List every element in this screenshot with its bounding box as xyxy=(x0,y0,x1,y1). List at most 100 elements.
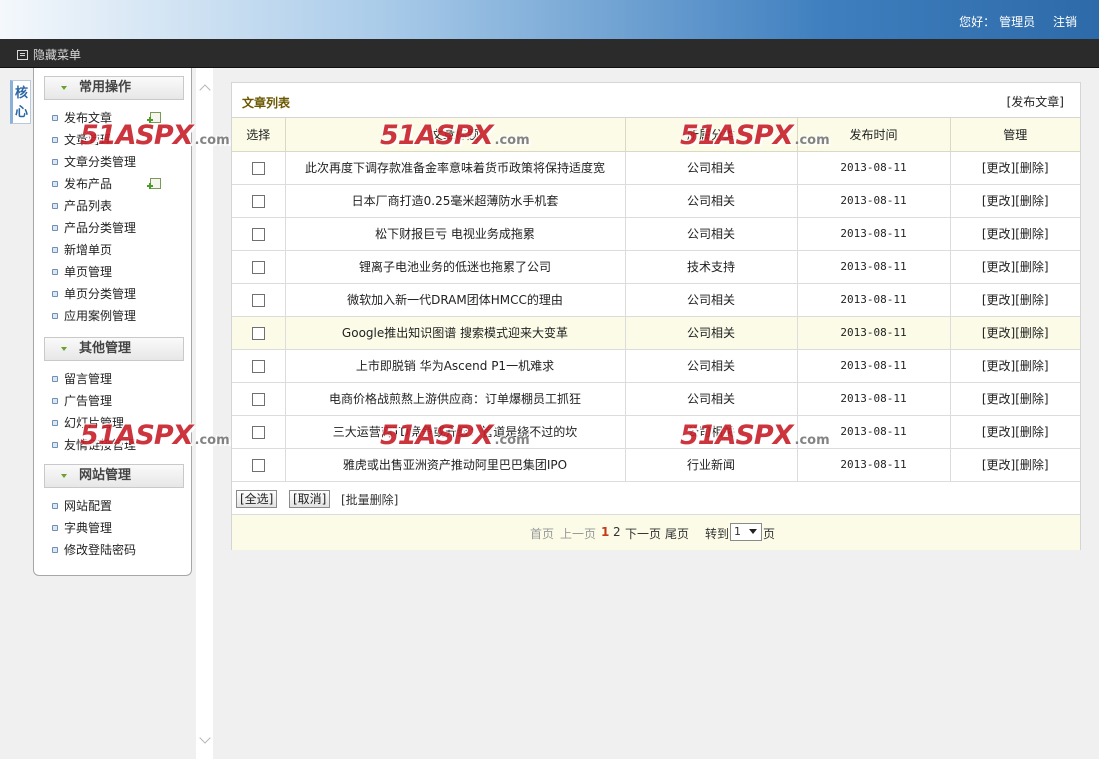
manage-cell: [更改][删除] xyxy=(950,349,1080,383)
select-cell xyxy=(232,349,286,383)
title-cell: 上市即脱销 华为Ascend P1一机难求 xyxy=(285,349,626,383)
delete-link[interactable]: [删除] xyxy=(1015,227,1048,241)
pager-page-current: 1 xyxy=(601,524,610,539)
delete-link[interactable]: [删除] xyxy=(1015,194,1048,208)
delete-link[interactable]: [删除] xyxy=(1015,392,1048,406)
row-checkbox[interactable] xyxy=(251,194,265,208)
manage-cell: [更改][删除] xyxy=(950,316,1080,350)
row-checkbox[interactable] xyxy=(251,227,265,241)
select-all-button[interactable]: [全选] xyxy=(236,489,278,508)
edit-link[interactable]: [更改] xyxy=(982,326,1015,340)
manage-cell: [更改][删除] xyxy=(950,415,1080,449)
manage-cell: [更改][删除] xyxy=(950,250,1080,284)
sidebar-item-message-manage[interactable]: 留言管理 xyxy=(52,368,136,390)
delete-link[interactable]: [删除] xyxy=(1015,293,1048,307)
edit-link[interactable]: [更改] xyxy=(982,458,1015,472)
row-checkbox[interactable] xyxy=(251,425,265,439)
delete-link[interactable]: [删除] xyxy=(1015,359,1048,373)
column-header-manage: 管理 xyxy=(950,118,1080,152)
logout-link[interactable]: 注销 xyxy=(1053,15,1077,29)
row-checkbox[interactable] xyxy=(251,161,265,175)
sidebar-item-dictionary[interactable]: 字典管理 xyxy=(52,517,136,539)
row-checkbox[interactable] xyxy=(251,326,265,340)
table-row: 松下财报巨亏 电视业务成拖累 公司相关 2013-08-11 [更改][删除] xyxy=(232,217,1080,251)
sidebar-item-label: 单页管理 xyxy=(64,265,113,279)
group-common-ops[interactable]: 常用操作 xyxy=(44,76,184,100)
sidebar: 常用操作 发布文章 文章管理 文章分类管理 发布产品 产品列表 产品分类管理 新… xyxy=(33,68,192,576)
row-checkbox[interactable] xyxy=(251,392,265,406)
row-checkbox[interactable] xyxy=(251,260,265,274)
pager-page-2[interactable]: 2 xyxy=(613,525,621,539)
sidebar-item-label: 新增单页 xyxy=(64,243,113,257)
edit-link[interactable]: [更改] xyxy=(982,260,1015,274)
add-icon[interactable] xyxy=(147,178,161,189)
sidebar-item-page-category[interactable]: 单页分类管理 xyxy=(52,283,136,305)
edit-link[interactable]: [更改] xyxy=(982,227,1015,241)
tab-core-char-2: 心 xyxy=(14,105,28,120)
pager-last[interactable]: 尾页 xyxy=(665,525,689,542)
edit-link[interactable]: [更改] xyxy=(982,359,1015,373)
sidebar-item-case-manage[interactable]: 应用案例管理 xyxy=(52,305,136,327)
title-cell: 三大运营商TD竞争或升级：管道是绕不过的坎 xyxy=(285,415,626,449)
title-cell: 松下财报巨亏 电视业务成拖累 xyxy=(285,217,626,251)
sidebar-item-article-manage[interactable]: 文章管理 xyxy=(52,129,136,151)
delete-link[interactable]: [删除] xyxy=(1015,260,1048,274)
bullet-icon xyxy=(52,291,58,297)
bullet-icon xyxy=(52,225,58,231)
row-checkbox[interactable] xyxy=(251,458,265,472)
select-cell xyxy=(232,415,286,449)
batch-delete-link[interactable]: [批量删除] xyxy=(341,491,398,508)
add-icon[interactable] xyxy=(147,112,161,123)
delete-link[interactable]: [删除] xyxy=(1015,161,1048,175)
publish-article-link[interactable]: [发布文章] xyxy=(1007,93,1064,110)
sidebar-item-slide-manage[interactable]: 幻灯片管理 xyxy=(52,412,136,434)
sidebar-item-friend-link[interactable]: 友情链接管理 xyxy=(52,434,136,456)
sidebar-item-new-page[interactable]: 新增单页 xyxy=(52,239,136,261)
sidebar-item-site-config[interactable]: 网站配置 xyxy=(52,495,136,517)
group-other-manage[interactable]: 其他管理 xyxy=(44,337,184,361)
tab-core[interactable]: 核 心 xyxy=(10,80,31,124)
select-cell xyxy=(232,217,286,251)
cancel-button[interactable]: [取消] xyxy=(289,489,331,508)
hide-menu-button[interactable]: 隐藏菜单 xyxy=(17,46,81,63)
scroll-up-icon[interactable] xyxy=(200,82,210,92)
edit-link[interactable]: [更改] xyxy=(982,425,1015,439)
sidebar-item-product-category[interactable]: 产品分类管理 xyxy=(52,217,136,239)
sidebar-item-page-manage[interactable]: 单页管理 xyxy=(52,261,136,283)
edit-link[interactable]: [更改] xyxy=(982,392,1015,406)
sidebar-item-article-category[interactable]: 文章分类管理 xyxy=(52,151,136,173)
column-header-title: 文章标题 xyxy=(285,118,626,152)
sidebar-item-ad-manage[interactable]: 广告管理 xyxy=(52,390,136,412)
delete-link[interactable]: [删除] xyxy=(1015,326,1048,340)
title-cell: 雅虎或出售亚洲资产推动阿里巴巴集团IPO xyxy=(285,448,626,482)
category-cell: 公司相关 xyxy=(625,151,798,185)
table-row-highlighted: Google推出知识图谱 搜索模式迎来大变革 公司相关 2013-08-11 [… xyxy=(232,316,1080,350)
select-cell xyxy=(232,448,286,482)
edit-link[interactable]: [更改] xyxy=(982,293,1015,307)
pager-next[interactable]: 下一页 xyxy=(625,525,661,542)
manage-cell: [更改][删除] xyxy=(950,151,1080,185)
frame-scrollbar[interactable] xyxy=(196,68,213,759)
select-cell xyxy=(232,184,286,218)
top-header: 您好： 管理员 注销 xyxy=(0,0,1099,39)
sidebar-item-publish-product[interactable]: 发布产品 xyxy=(52,173,161,195)
sidebar-item-product-list[interactable]: 产品列表 xyxy=(52,195,136,217)
delete-link[interactable]: [删除] xyxy=(1015,425,1048,439)
table-row: 电商价格战煎熬上游供应商：订单爆棚员工抓狂 公司相关 2013-08-11 [更… xyxy=(232,382,1080,416)
sidebar-item-change-password[interactable]: 修改登陆密码 xyxy=(52,539,136,561)
title-cell: 此次再度下调存款准备金率意味着货币政策将保持适度宽 xyxy=(285,151,626,185)
row-checkbox[interactable] xyxy=(251,293,265,307)
edit-link[interactable]: [更改] xyxy=(982,194,1015,208)
sidebar-item-label: 产品分类管理 xyxy=(64,221,137,235)
manage-cell: [更改][删除] xyxy=(950,184,1080,218)
page-select[interactable]: 1 xyxy=(730,522,762,541)
sidebar-item-publish-article[interactable]: 发布文章 xyxy=(52,107,161,129)
row-checkbox[interactable] xyxy=(251,359,265,373)
sidebar-item-label: 单页分类管理 xyxy=(64,287,137,301)
edit-link[interactable]: [更改] xyxy=(982,161,1015,175)
scroll-down-icon[interactable] xyxy=(200,735,210,745)
sidebar-item-label: 友情链接管理 xyxy=(64,438,137,452)
user-greeting: 您好： 管理员 注销 xyxy=(955,13,1077,30)
delete-link[interactable]: [删除] xyxy=(1015,458,1048,472)
group-site-manage[interactable]: 网站管理 xyxy=(44,464,184,488)
